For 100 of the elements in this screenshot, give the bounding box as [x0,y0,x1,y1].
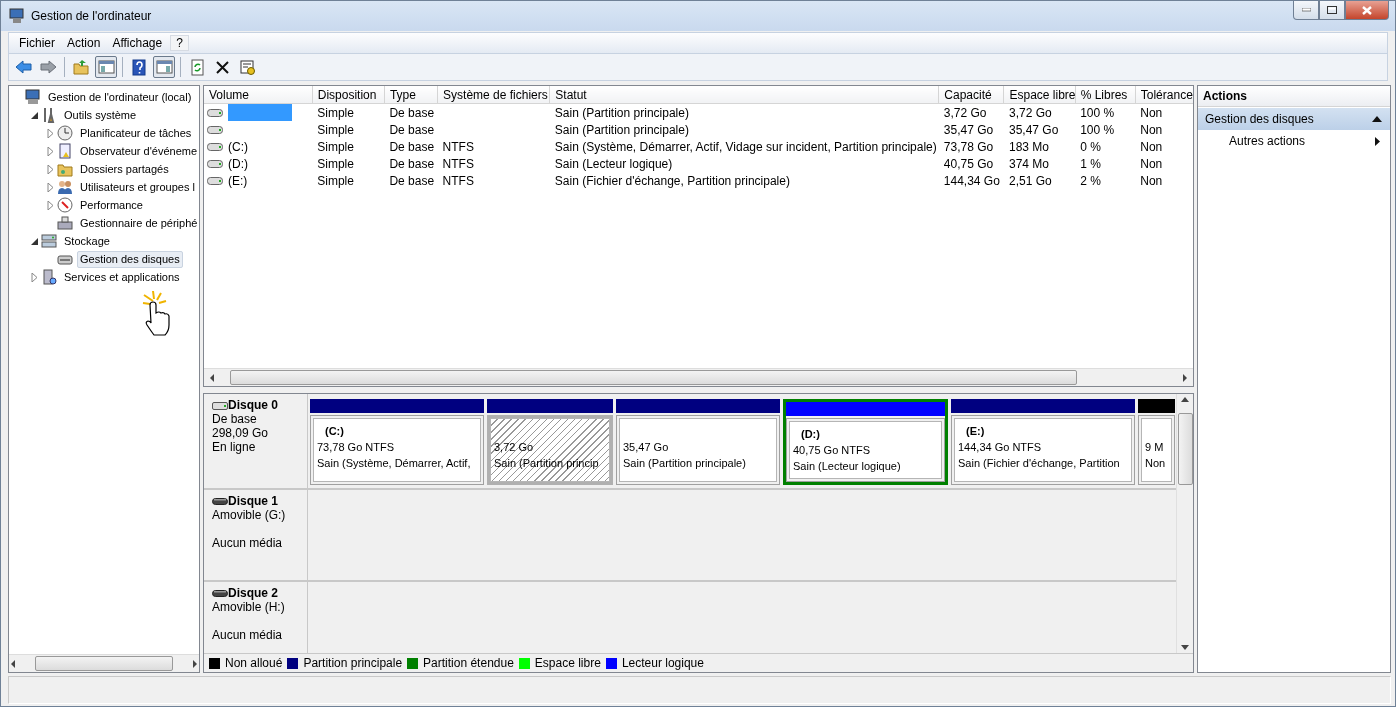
column-header[interactable]: Espace libre [1003,86,1076,104]
expand-arrow-icon[interactable] [45,164,55,174]
tree-item[interactable]: Outils système [61,106,140,124]
menu-item[interactable]: Fichier [13,36,61,50]
table-cell-text: De base [388,155,436,172]
disk-name: Disque 0 [228,398,278,412]
scroll-down-icon[interactable] [1181,645,1189,650]
table-cell-text: De base [388,138,436,155]
horizontal-scrollbar[interactable] [204,368,1193,386]
scroll-up-icon[interactable] [1181,397,1189,402]
menu-item[interactable]: Affichage [106,36,169,50]
column-header[interactable]: Capacité [938,86,1004,104]
column-header[interactable]: Système de fichiers [437,86,550,104]
tree-item[interactable]: Planificateur de tâches [77,124,195,142]
action-label: Autres actions [1229,134,1306,148]
partition-status: Sain (Fichier d'échange, Partition [958,456,1121,471]
table-cell: 100 % [1075,103,1136,121]
help-icon [130,58,148,76]
column-header[interactable]: Volume [204,86,313,104]
column-header[interactable]: Tolérance [1135,86,1193,104]
pane-icon [155,58,173,76]
expand-arrow-icon[interactable] [45,200,55,210]
column-header[interactable]: Disposition [312,86,385,104]
action-item[interactable]: Autres actions [1198,130,1390,152]
legend-label: Lecteur logique [621,656,704,670]
partition-size: 40,75 Go NTFS [793,443,872,458]
expand-arrow-icon[interactable] [45,128,55,138]
close-icon [1362,5,1372,15]
scroll-right-icon[interactable] [1181,373,1189,382]
tree-item[interactable]: Performance [77,196,146,214]
close-button[interactable] [1345,1,1389,20]
scrollbar-thumb[interactable] [35,656,173,671]
disk-name: Disque 2 [228,586,278,600]
forward-arrow-icon [39,58,57,76]
console-tree-button[interactable] [95,56,117,78]
drive-icon [207,158,223,169]
action-pane-button[interactable] [153,56,175,78]
collapse-arrow-icon[interactable] [1372,116,1382,122]
legend-label: Partition étendue [423,656,514,670]
computer-icon [9,8,25,24]
legend-label: Espace libre [534,656,601,670]
drive-icon [207,175,223,186]
table-cell-text: 0 % [1079,138,1102,155]
tree-item[interactable]: Dossiers partagés [77,160,172,178]
server-icon [41,269,57,285]
tree-item[interactable]: Services et applications [61,268,183,286]
expand-arrow-icon[interactable] [45,182,55,192]
table-cell: Sain (Partition principale) [549,103,939,121]
partition-size: 73,78 Go NTFS [317,440,396,455]
table-cell: De base [384,103,438,121]
table-cell: 3,72 Go [1003,103,1076,121]
table-cell-text: 1 % [1079,155,1102,172]
partition-label: (C:) [324,424,345,439]
horizontal-scrollbar[interactable] [9,654,199,672]
expand-arrow-icon[interactable] [45,146,55,156]
tree-item[interactable]: Stockage [61,232,113,250]
partition-size: 3,72 Go [494,440,535,455]
actions-section-header[interactable]: Gestion des disques [1198,108,1390,130]
column-header[interactable]: Type [384,86,438,104]
table-cell-text: Simple [316,155,355,172]
collapse-arrow-icon[interactable] [29,110,39,120]
computer-icon [25,89,41,105]
table-cell-text: Non [1139,121,1164,138]
expand-arrow-icon[interactable] [29,272,39,282]
menu-item[interactable]: Action [61,36,107,50]
table-cell: (E:) [228,173,248,188]
menu-item[interactable]: ? [170,35,189,51]
maximize-button[interactable] [1319,1,1345,20]
removable-drive-icon [212,496,228,506]
disk-type: Amovible (G:) [212,508,287,522]
tree-item[interactable]: Utilisateurs et groupes l [77,178,198,196]
partition-status: Sain (Système, Démarrer, Actif, [317,456,472,471]
partition-size: 9 M [1145,440,1165,455]
tree-item[interactable]: Gestion des disques [77,250,183,268]
scroll-right-icon[interactable] [191,659,199,668]
tree-item[interactable]: Gestion de l'ordinateur (local) [45,88,195,106]
partition-status: Non [1145,456,1167,471]
scroll-left-icon[interactable] [208,373,216,382]
vertical-scrollbar[interactable] [1176,394,1193,653]
refresh-icon [188,58,206,76]
collapse-arrow-icon[interactable] [29,236,39,246]
scroll-left-icon[interactable] [9,659,17,668]
scrollbar-thumb[interactable] [1177,412,1193,485]
table-cell-text: 35,47 Go [942,121,995,138]
table-cell-text: De base [388,172,436,189]
column-header[interactable]: % Libres [1075,86,1136,104]
tree-item[interactable]: Observateur d'événeme [77,142,199,160]
minimize-button[interactable] [1293,1,1319,20]
partition-status: Sain (Partition princip [494,456,600,471]
disk-name: Disque 1 [228,494,278,508]
table-cell-text: 2 % [1079,172,1102,189]
table-cell: (C:) [228,139,248,154]
legend-label: Partition principale [303,656,403,670]
partition-status: Sain (Lecteur logique) [793,459,902,474]
table-cell-text: De base [388,121,436,138]
column-header[interactable]: Statut [549,86,939,104]
tree-item[interactable]: Gestionnaire de périphé [77,214,199,232]
table-cell-text: Simple [316,121,355,138]
disk-status: Aucun média [212,536,284,550]
scrollbar-thumb[interactable] [230,370,1077,385]
